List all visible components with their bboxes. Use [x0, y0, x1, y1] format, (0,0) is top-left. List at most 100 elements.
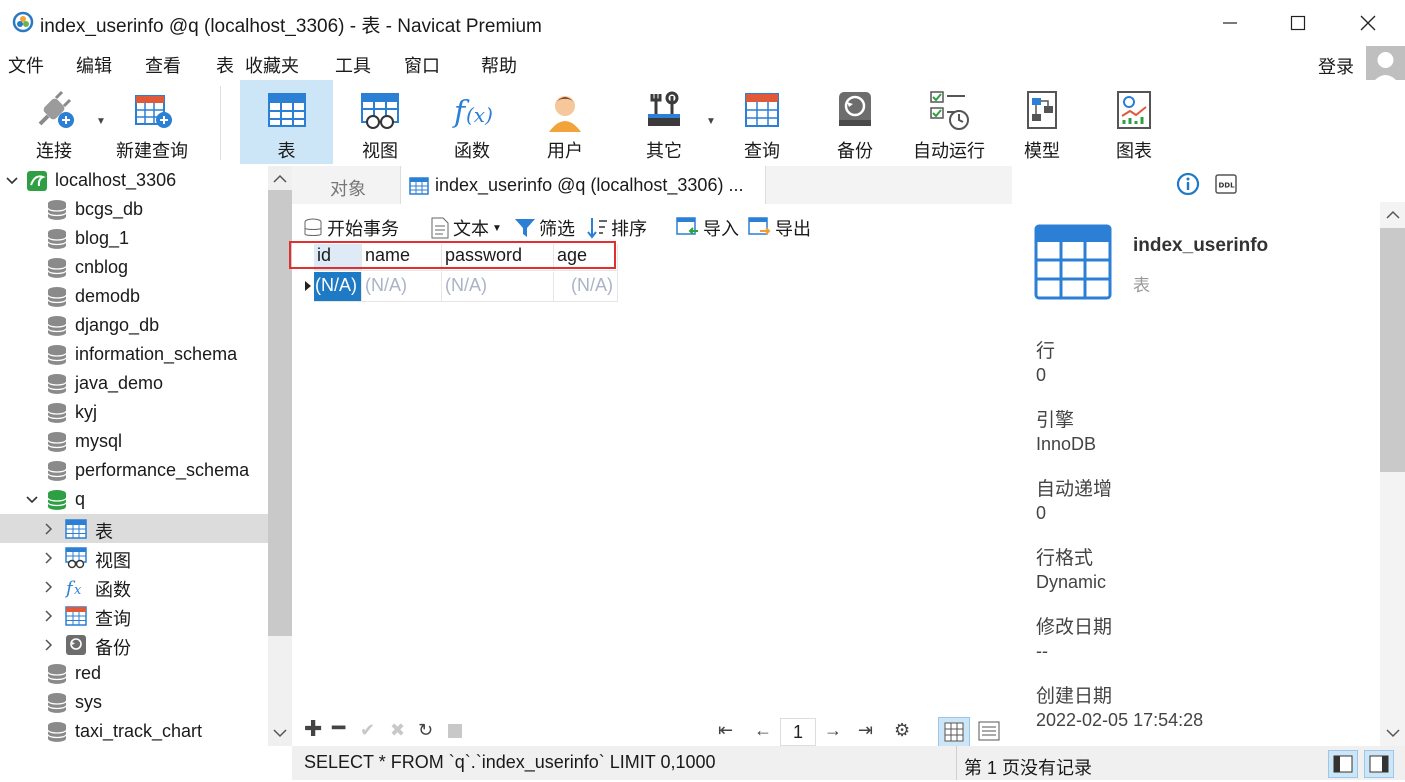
last-page-icon[interactable]: ⇥ — [858, 720, 873, 741]
cell-age[interactable]: (N/A) — [554, 272, 618, 302]
grid-view-button[interactable] — [938, 717, 970, 747]
tree-database[interactable]: java_demo — [0, 369, 268, 398]
toolbar-chart[interactable]: 图表 — [1094, 80, 1174, 164]
scroll-up-icon[interactable] — [1386, 210, 1400, 220]
cell-password[interactable]: (N/A) — [442, 272, 554, 302]
tree-database[interactable]: sys — [0, 688, 268, 717]
chevron-right-icon[interactable] — [44, 610, 54, 622]
toolbar-new-query[interactable]: 新建查询 — [108, 80, 196, 164]
toolbar-other[interactable]: 其它 — [624, 80, 704, 164]
toolbar-separator — [220, 86, 221, 160]
next-page-icon[interactable]: → — [824, 720, 842, 741]
tree-database[interactable]: information_schema — [0, 340, 268, 369]
record-status: 第 1 页没有记录 — [964, 758, 1093, 778]
toggle-left-pane-button[interactable] — [1328, 750, 1358, 778]
database-icon — [47, 229, 67, 249]
toolbar-view[interactable]: 视图 — [340, 80, 420, 164]
discard-changes-icon[interactable]: ✖ — [390, 720, 405, 741]
tree-object-group[interactable]: f x 函数 — [0, 572, 268, 601]
toolbar-connect[interactable]: 连接 — [14, 80, 94, 164]
tree-object-group[interactable]: 备份 — [0, 630, 268, 659]
toolbar-other-label: 其它 — [646, 141, 682, 161]
sort-button[interactable]: 排序 — [586, 215, 647, 241]
tree-object-group[interactable]: 查询 — [0, 601, 268, 630]
menu-help[interactable]: 帮助 — [481, 52, 517, 78]
tree-database[interactable]: performance_schema — [0, 456, 268, 485]
tree-database[interactable]: red — [0, 659, 268, 688]
toolbar-table-label: 表 — [277, 141, 296, 161]
delete-record-icon[interactable]: ━ — [332, 715, 345, 741]
menu-table[interactable]: 表 — [216, 52, 234, 78]
toolbar-function[interactable]: f (x) 函数 — [432, 80, 512, 164]
tree-object-group[interactable]: 视图 — [0, 543, 268, 572]
backup-icon — [839, 92, 871, 126]
tree-database[interactable]: django_db — [0, 311, 268, 340]
page-number-input[interactable]: 1 — [780, 718, 816, 746]
tree-database[interactable]: cnblog — [0, 253, 268, 282]
maximize-button[interactable] — [1264, 0, 1332, 46]
chevron-right-icon[interactable] — [44, 639, 54, 651]
tree-database-open[interactable]: q — [0, 485, 268, 514]
other-dropdown-icon[interactable]: ▼ — [706, 116, 716, 127]
sort-label: 排序 — [611, 219, 647, 239]
toggle-right-pane-button[interactable] — [1364, 750, 1394, 778]
tree-connection[interactable]: localhost_3306 — [0, 166, 268, 195]
scroll-down-icon[interactable] — [273, 728, 287, 738]
menu-file[interactable]: 文件 — [8, 52, 44, 78]
chevron-down-icon[interactable] — [6, 175, 18, 187]
close-button[interactable] — [1334, 0, 1402, 46]
form-view-button[interactable] — [974, 717, 1004, 747]
menu-view[interactable]: 查看 — [145, 52, 181, 78]
ddl-icon[interactable]: DDL — [1214, 172, 1238, 196]
scroll-down-icon[interactable] — [1386, 728, 1400, 738]
toolbar-model[interactable]: 模型 — [1002, 80, 1082, 164]
menu-tools[interactable]: 工具 — [335, 52, 371, 78]
toolbar-table[interactable]: 表 — [240, 80, 333, 164]
tree-database[interactable]: bcgs_db — [0, 195, 268, 224]
apply-changes-icon[interactable]: ✔ — [360, 720, 375, 741]
tree-database[interactable]: kyj — [0, 398, 268, 427]
previous-page-icon[interactable]: ← — [754, 720, 772, 741]
tree-database[interactable]: mysql — [0, 427, 268, 456]
cell-name[interactable]: (N/A) — [362, 272, 442, 302]
text-dropdown-icon[interactable]: ▼ — [492, 223, 502, 234]
grid-footer: ✚ ━ ✔ ✖ ↻ ⇤ ← 1 → ⇥ ⚙ — [298, 714, 1008, 750]
table-icon — [409, 177, 429, 195]
login-link[interactable]: 登录 — [1318, 53, 1354, 79]
toolbar-user[interactable]: 用户 — [525, 80, 605, 164]
begin-transaction-button[interactable]: 开始事务 — [302, 215, 399, 241]
menu-edit[interactable]: 编辑 — [76, 52, 112, 78]
connect-dropdown-icon[interactable]: ▼ — [96, 116, 106, 127]
menu-window[interactable]: 窗口 — [404, 52, 440, 78]
tree-database[interactable]: blog_1 — [0, 224, 268, 253]
tree-object-group[interactable]: 表 — [0, 514, 268, 543]
info-icon[interactable] — [1176, 172, 1200, 196]
first-page-icon[interactable]: ⇤ — [718, 720, 733, 741]
menu-favorites[interactable]: 收藏夹 — [245, 52, 299, 78]
text-button[interactable]: 文本 ▼ — [430, 215, 502, 241]
filter-button[interactable]: 筛选 — [514, 215, 575, 241]
refresh-icon[interactable]: ↻ — [418, 720, 433, 741]
add-record-icon[interactable]: ✚ — [304, 716, 322, 742]
minimize-button[interactable] — [1196, 0, 1264, 46]
function-icon: f (x) — [452, 95, 493, 130]
info-scrollbar-thumb[interactable] — [1380, 228, 1405, 472]
tab-objects[interactable]: 对象 — [292, 166, 400, 204]
stop-icon[interactable] — [448, 724, 462, 738]
cell-id[interactable]: (N/A) — [314, 272, 362, 302]
settings-gear-icon[interactable]: ⚙ — [894, 720, 910, 741]
tree-database[interactable]: taxi_track_chart — [0, 717, 268, 746]
chevron-right-icon[interactable] — [44, 552, 54, 564]
tree-database[interactable]: demodb — [0, 282, 268, 311]
scroll-up-icon[interactable] — [273, 174, 287, 184]
tree-database-label: java_demo — [75, 373, 164, 393]
tab-index-userinfo[interactable]: index_userinfo @q (localhost_3306) ... — [400, 166, 766, 204]
chevron-down-icon[interactable] — [26, 494, 38, 506]
import-button[interactable]: 导入 — [676, 215, 739, 241]
toolbar-schedule[interactable]: 自动运行 — [906, 80, 992, 164]
export-button[interactable]: 导出 — [748, 215, 811, 241]
toolbar-backup[interactable]: 备份 — [815, 80, 895, 164]
chevron-right-icon[interactable] — [44, 581, 54, 593]
toolbar-query[interactable]: 查询 — [722, 80, 802, 164]
chevron-right-icon[interactable] — [44, 523, 54, 535]
